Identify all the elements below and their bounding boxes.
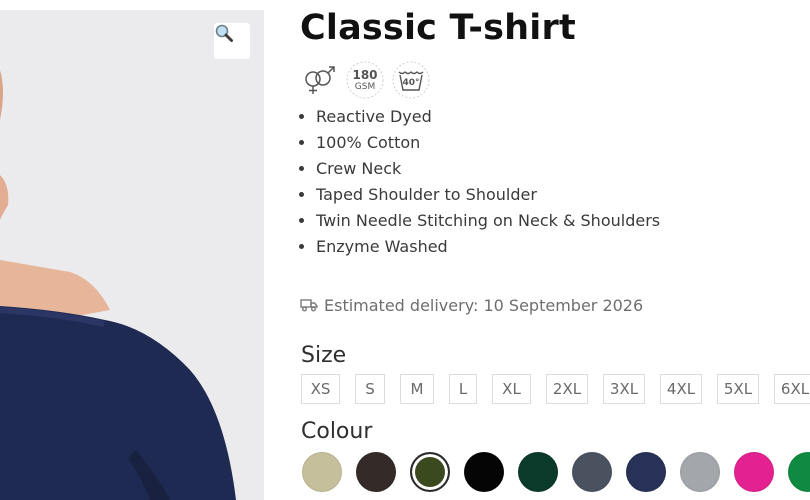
model-face-edge xyxy=(0,70,3,120)
size-selector: XS S M L XL 2XL 3XL 4XL 5XL 6XL xyxy=(301,374,810,404)
feature-item: Reactive Dyed xyxy=(316,104,660,130)
feature-item: Taped Shoulder to Shoulder xyxy=(316,182,660,208)
badge-weight-unit: GSM xyxy=(354,82,376,92)
colour-swatch[interactable] xyxy=(572,452,612,492)
size-option-4xl[interactable]: 4XL xyxy=(660,374,702,404)
model-photo xyxy=(0,70,236,500)
badge-weight-value: 180 xyxy=(352,68,378,82)
size-option-6xl[interactable]: 6XL xyxy=(774,374,810,404)
truck-icon xyxy=(300,299,318,312)
size-option-xs[interactable]: XS xyxy=(301,374,340,404)
product-summary: Classic T-shirt 180 GSM 40° • Reactive D… xyxy=(300,0,810,500)
colour-swatch[interactable] xyxy=(356,452,396,492)
colour-swatch[interactable] xyxy=(410,452,450,492)
feature-item: Enzyme Washed xyxy=(316,234,660,260)
size-option-s[interactable]: S xyxy=(355,374,385,404)
colour-swatch[interactable] xyxy=(626,452,666,492)
colour-swatch[interactable] xyxy=(464,452,504,492)
size-option-5xl[interactable]: 5XL xyxy=(717,374,759,404)
size-option-2xl[interactable]: 2XL xyxy=(546,374,588,404)
size-option-xl[interactable]: XL xyxy=(492,374,531,404)
feature-item: Crew Neck xyxy=(316,156,660,182)
size-option-m[interactable]: M xyxy=(400,374,434,404)
feature-item: Twin Needle Stitching on Neck & Shoulder… xyxy=(316,208,660,234)
colour-swatch[interactable] xyxy=(788,452,810,492)
feature-list: Reactive Dyed 100% Cotton Crew Neck Tape… xyxy=(316,104,660,260)
colour-swatch[interactable] xyxy=(680,452,720,492)
product-image[interactable] xyxy=(0,10,264,500)
estimated-delivery: Estimated delivery: 10 September 2026 xyxy=(300,294,643,316)
delivery-text: Estimated delivery: 10 September 2026 xyxy=(324,295,644,315)
colour-swatch[interactable] xyxy=(302,452,342,492)
product-badges: 180 GSM 40° xyxy=(300,61,430,101)
unisex-badge xyxy=(300,61,338,99)
size-option-l[interactable]: L xyxy=(449,374,477,404)
size-option-3xl[interactable]: 3XL xyxy=(603,374,645,404)
feature-item: 100% Cotton xyxy=(316,130,660,156)
fabric-weight-badge: 180 GSM xyxy=(346,61,384,99)
zoom-button[interactable] xyxy=(214,23,250,59)
magnifier-icon xyxy=(215,24,233,42)
colour-selector xyxy=(302,452,810,494)
colour-swatch[interactable] xyxy=(734,452,774,492)
unisex-icon xyxy=(305,66,335,94)
colour-swatch[interactable] xyxy=(518,452,558,492)
colour-label: Colour xyxy=(301,419,373,444)
size-label: Size xyxy=(301,343,347,368)
product-title: Classic T-shirt xyxy=(300,8,576,48)
tshirt-body xyxy=(0,306,236,500)
wash-badge: 40° xyxy=(392,61,430,99)
model-ear xyxy=(0,175,9,220)
badge-wash-temp: 40° xyxy=(402,78,420,88)
